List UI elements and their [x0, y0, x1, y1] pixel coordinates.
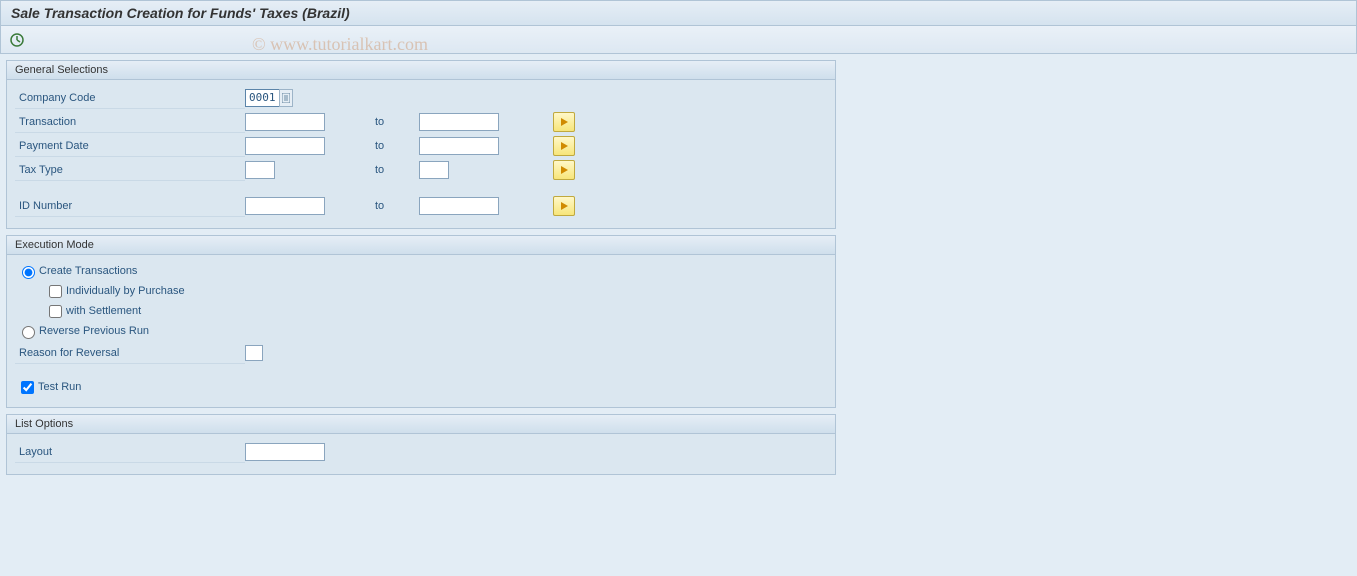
reason-reversal-label: Reason for Reversal: [15, 342, 245, 364]
id-number-to-input[interactable]: [419, 197, 499, 215]
id-number-from-input[interactable]: [245, 197, 325, 215]
group-title-general: General Selections: [7, 61, 835, 80]
arrow-right-icon: [561, 142, 568, 150]
execute-icon[interactable]: [9, 32, 25, 48]
individually-label: Individually by Purchase: [66, 285, 185, 297]
transaction-to-label: to: [375, 116, 419, 128]
test-run-checkbox[interactable]: [21, 381, 34, 394]
transaction-label: Transaction: [15, 111, 245, 133]
layout-label: Layout: [15, 441, 245, 463]
company-code-f4-help-icon[interactable]: [279, 89, 293, 107]
arrow-right-icon: [561, 202, 568, 210]
id-number-label: ID Number: [15, 195, 245, 217]
page-title: Sale Transaction Creation for Funds' Tax…: [0, 0, 1357, 26]
reverse-run-label: Reverse Previous Run: [39, 325, 149, 337]
content-area: General Selections Company Code 0001 Tra…: [0, 54, 1357, 487]
id-number-to-label: to: [375, 200, 419, 212]
layout-input[interactable]: [245, 443, 325, 461]
transaction-multi-select-button[interactable]: [553, 112, 575, 132]
transaction-to-input[interactable]: [419, 113, 499, 131]
tax-type-multi-select-button[interactable]: [553, 160, 575, 180]
transaction-from-input[interactable]: [245, 113, 325, 131]
tax-type-to-label: to: [375, 164, 419, 176]
tax-type-label: Tax Type: [15, 159, 245, 181]
group-general-selections: General Selections Company Code 0001 Tra…: [6, 60, 836, 229]
id-number-multi-select-button[interactable]: [553, 196, 575, 216]
tax-type-from-input[interactable]: [245, 161, 275, 179]
create-transactions-label: Create Transactions: [39, 265, 137, 277]
create-transactions-radio[interactable]: [22, 266, 35, 279]
payment-date-from-input[interactable]: [245, 137, 325, 155]
individually-checkbox[interactable]: [49, 285, 62, 298]
with-settlement-checkbox[interactable]: [49, 305, 62, 318]
arrow-right-icon: [561, 118, 568, 126]
payment-date-to-label: to: [375, 140, 419, 152]
company-code-label: Company Code: [15, 87, 245, 109]
group-execution-mode: Execution Mode Create Transactions Indiv…: [6, 235, 836, 408]
arrow-right-icon: [561, 166, 568, 174]
group-title-execution: Execution Mode: [7, 236, 835, 255]
group-title-list: List Options: [7, 415, 835, 434]
payment-date-label: Payment Date: [15, 135, 245, 157]
payment-date-multi-select-button[interactable]: [553, 136, 575, 156]
reverse-run-radio[interactable]: [22, 326, 35, 339]
with-settlement-label: with Settlement: [66, 305, 141, 317]
application-toolbar: [0, 26, 1357, 54]
test-run-label: Test Run: [38, 381, 81, 393]
reason-reversal-input[interactable]: [245, 345, 263, 361]
group-list-options: List Options Layout: [6, 414, 836, 475]
company-code-input[interactable]: 0001: [245, 89, 280, 107]
tax-type-to-input[interactable]: [419, 161, 449, 179]
payment-date-to-input[interactable]: [419, 137, 499, 155]
